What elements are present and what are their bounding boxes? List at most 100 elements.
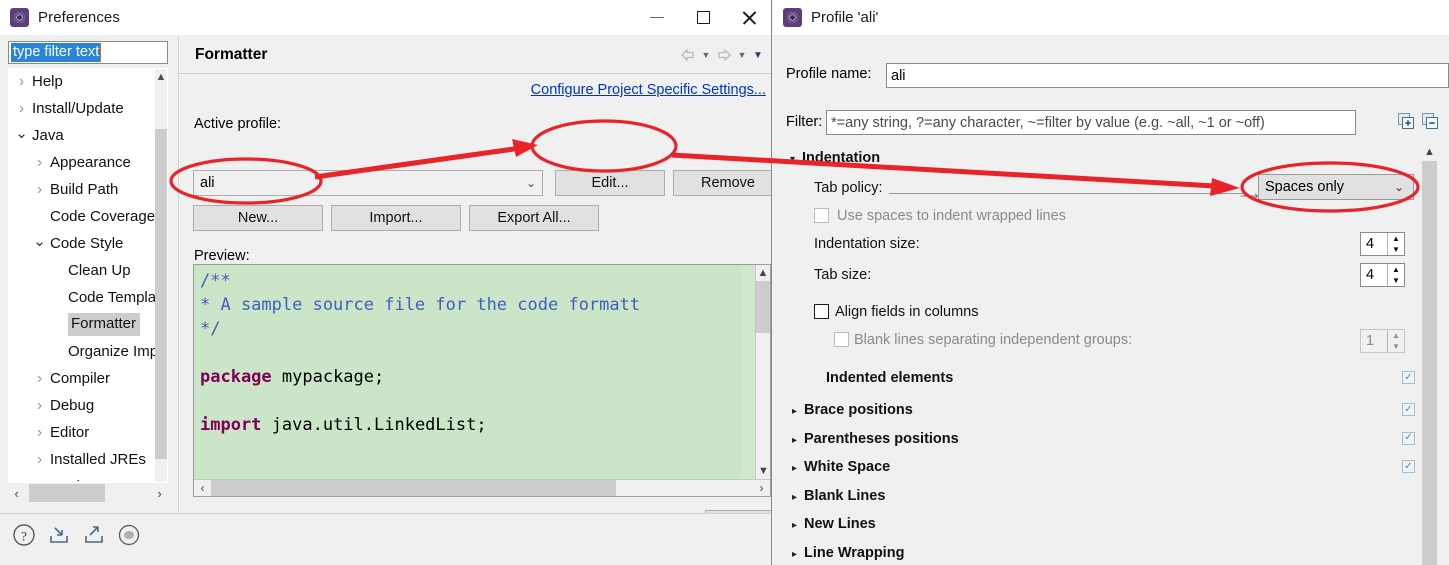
brace-positions-checkbox[interactable]: ✓ — [1402, 403, 1415, 416]
chevron-right-icon[interactable]: › — [33, 370, 46, 387]
blank-lines-spin-buttons[interactable]: ▲ ▼ — [1387, 330, 1404, 352]
brace-positions-expand-icon[interactable]: ▸ — [792, 407, 797, 417]
preview-scroll-thumb[interactable] — [756, 281, 770, 333]
spin-up-icon[interactable]: ▲ — [1388, 264, 1404, 275]
forward-arrow-icon[interactable] — [715, 46, 733, 64]
sidebar-item-clean-up[interactable]: Clean Up — [9, 257, 157, 284]
back-dropdown-icon[interactable]: ▼ — [699, 50, 713, 60]
indentation-size-spin-buttons[interactable]: ▲ ▼ — [1387, 233, 1404, 255]
h-scroll-thumb[interactable] — [29, 484, 105, 502]
white-space-checkbox[interactable]: ✓ — [1402, 460, 1415, 473]
indentation-expand-icon[interactable]: ▾ — [790, 155, 795, 165]
remove-profile-button[interactable]: Remove — [673, 170, 771, 196]
use-spaces-wrapped-checkbox[interactable] — [814, 208, 829, 223]
preview-horizontal-scrollbar[interactable]: ‹ › — [194, 479, 770, 496]
chevron-right-icon[interactable]: › — [33, 154, 46, 171]
profile-scroll-up-icon[interactable]: ▲ — [1421, 144, 1438, 161]
back-arrow-icon[interactable] — [679, 46, 697, 64]
sidebar-item-debug[interactable]: › Debug — [9, 392, 157, 419]
chevron-down-icon[interactable]: ⌄ — [33, 234, 46, 249]
preview-scroll-down-icon[interactable]: ▼ — [756, 463, 770, 479]
profile-filter-input[interactable]: *=any string, ?=any character, ~=filter … — [826, 110, 1356, 135]
profile-vertical-scrollbar[interactable]: ▲ — [1421, 144, 1438, 565]
import-preferences-icon[interactable] — [46, 522, 72, 548]
sidebar-item-editor[interactable]: › Editor — [9, 419, 157, 446]
blank-lines-groups-checkbox[interactable] — [834, 332, 849, 347]
sidebar-item-install-update[interactable]: › Install/Update — [9, 95, 157, 122]
spin-down-icon[interactable]: ▼ — [1388, 244, 1404, 255]
blank-lines-expand-icon[interactable]: ▸ — [792, 492, 797, 503]
sidebar-item-help[interactable]: › Help — [9, 68, 157, 95]
tree-scroll-thumb[interactable] — [155, 129, 167, 459]
edit-profile-button[interactable]: Edit... — [555, 170, 665, 196]
export-all-button[interactable]: Export All... — [469, 205, 599, 231]
line-wrapping-section-header[interactable]: Line Wrapping — [804, 545, 904, 561]
preferences-tree[interactable]: › Help › Install/Update ⌄ Java › Appearance › Bui… — [8, 68, 168, 483]
sidebar-item-code-templates[interactable]: Code Templates — [9, 284, 157, 311]
collapse-all-icon[interactable] — [1422, 113, 1439, 130]
align-fields-checkbox[interactable] — [814, 304, 829, 319]
chevron-right-icon[interactable]: › — [33, 451, 46, 468]
preview-scroll-right-icon[interactable]: › — [753, 481, 770, 495]
sidebar-item-build-path[interactable]: › Build Path — [9, 176, 157, 203]
white-space-expand-icon[interactable]: ▸ — [792, 464, 797, 474]
indentation-size-stepper[interactable]: 4 ▲ ▼ — [1360, 232, 1405, 256]
blank-lines-groups-stepper[interactable]: 1 ▲ ▼ — [1360, 329, 1405, 353]
expand-all-icon[interactable] — [1398, 113, 1415, 130]
parentheses-positions-checkbox[interactable]: ✓ — [1402, 431, 1415, 445]
tree-horizontal-scrollbar[interactable]: ‹ › — [8, 484, 168, 502]
sidebar-item-installed-jres[interactable]: › Installed JREs — [9, 446, 157, 473]
tab-size-stepper[interactable]: 4 ▲ ▼ — [1360, 263, 1405, 287]
spin-down-icon[interactable]: ▼ — [1388, 275, 1404, 286]
scroll-up-icon[interactable]: ▲ — [155, 69, 167, 84]
spin-up-icon[interactable]: ▲ — [1388, 233, 1404, 244]
scroll-left-icon[interactable]: ‹ — [8, 486, 25, 501]
sidebar-item-compiler[interactable]: › Compiler — [9, 365, 157, 392]
chevron-down-icon[interactable]: ⌄ — [15, 126, 28, 141]
chevron-right-icon[interactable]: › — [15, 100, 28, 117]
chevron-right-icon[interactable]: › — [33, 424, 46, 441]
help-icon[interactable]: ? — [11, 522, 37, 548]
chevron-right-icon[interactable]: › — [15, 73, 28, 90]
active-profile-dropdown[interactable]: ali ⌄ — [193, 170, 543, 196]
preview-vertical-scrollbar[interactable]: ▲ ▼ — [755, 265, 770, 479]
white-space-section-header[interactable]: White Space — [804, 459, 890, 475]
import-profile-button[interactable]: Import... — [331, 205, 461, 231]
forward-dropdown-icon[interactable]: ▼ — [735, 50, 749, 60]
sidebar-item-code-coverage[interactable]: Code Coverage — [9, 203, 157, 230]
configure-project-specific-settings-link[interactable]: Configure Project Specific Settings... — [531, 82, 766, 98]
sidebar-item-code-style[interactable]: ⌄ Code Style — [9, 230, 157, 257]
preview-h-track[interactable] — [211, 479, 753, 496]
tree-vertical-scrollbar[interactable]: ▲ — [155, 69, 167, 482]
spin-down-icon[interactable]: ▼ — [1388, 341, 1404, 352]
preferences-filter-input[interactable]: type filter text — [8, 41, 168, 64]
line-wrapping-expand-icon[interactable]: ▸ — [792, 549, 797, 560]
profile-scroll-thumb[interactable] — [1422, 161, 1437, 565]
scroll-right-icon[interactable]: › — [151, 486, 168, 501]
sidebar-item-junit[interactable]: JUnit — [9, 473, 157, 482]
new-lines-section-header[interactable]: New Lines — [804, 516, 876, 532]
menu-dropdown-icon[interactable]: ▼ — [751, 50, 765, 61]
sidebar-item-organize-imports[interactable]: Organize Imports — [9, 338, 157, 365]
new-lines-expand-icon[interactable]: ▸ — [792, 521, 797, 531]
preview-scroll-left-icon[interactable]: ‹ — [194, 481, 211, 495]
export-preferences-icon[interactable] — [81, 522, 107, 548]
minimize-button[interactable] — [634, 0, 680, 35]
maximize-button[interactable] — [680, 0, 726, 35]
h-scroll-track[interactable] — [25, 484, 151, 502]
parentheses-positions-expand-icon[interactable]: ▸ — [792, 435, 797, 446]
tab-policy-dropdown[interactable]: Spaces only ⌄ — [1258, 174, 1414, 200]
chevron-right-icon[interactable]: › — [33, 181, 46, 198]
close-button[interactable] — [726, 0, 771, 35]
sidebar-item-appearance[interactable]: › Appearance — [9, 149, 157, 176]
brace-positions-section-header[interactable]: Brace positions — [804, 402, 913, 418]
spin-up-icon[interactable]: ▲ — [1388, 330, 1404, 341]
preview-scroll-up-icon[interactable]: ▲ — [756, 265, 770, 281]
sidebar-item-formatter[interactable]: Formatter — [9, 311, 157, 338]
parentheses-positions-section-header[interactable]: Parentheses positions — [804, 431, 959, 447]
preview-h-thumb[interactable] — [211, 479, 616, 496]
tab-size-spin-buttons[interactable]: ▲ ▼ — [1387, 264, 1404, 286]
blank-lines-section-header[interactable]: Blank Lines — [804, 488, 885, 504]
indented-elements-checkbox[interactable]: ✓ — [1402, 371, 1415, 384]
profile-name-input[interactable]: ali — [886, 63, 1449, 88]
